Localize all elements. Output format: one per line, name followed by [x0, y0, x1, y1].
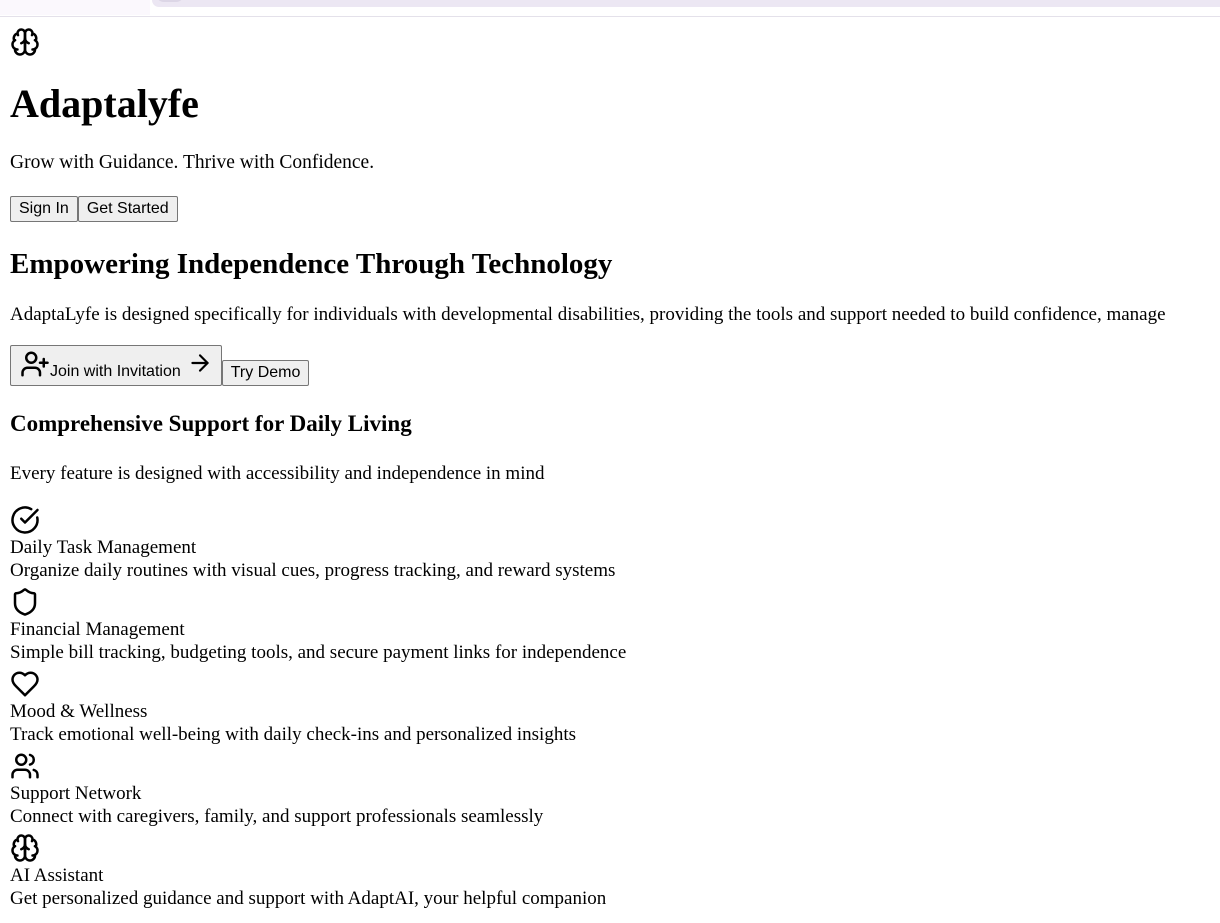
feature-description: Track emotional well-being with daily ch…: [10, 724, 577, 745]
browser-address-bar[interactable]: [152, 0, 1220, 7]
shield-icon: [10, 587, 40, 617]
feature-support-network: Support Network Connect with caregivers,…: [10, 751, 1220, 833]
feature-title: Daily Task Management: [10, 537, 197, 558]
feature-daily-task-management: Daily Task Management Organize daily rou…: [10, 505, 1220, 587]
users-icon: [10, 751, 40, 781]
sign-in-button[interactable]: Sign In: [10, 196, 78, 222]
feature-description: Simple bill tracking, budgeting tools, a…: [10, 642, 627, 663]
feature-description: Organize daily routines with visual cues…: [10, 560, 616, 581]
hero-actions: Join with Invitation Try Demo: [10, 345, 1220, 386]
app-tagline: Grow with Guidance. Thrive with Confiden…: [10, 152, 375, 173]
feature-list: Daily Task Management Organize daily rou…: [10, 505, 1220, 915]
feature-title: Financial Management: [10, 619, 185, 640]
landing-page: Adaptalyfe Grow with Guidance. Thrive wi…: [10, 17, 1220, 923]
arrow-right-icon: [187, 350, 213, 376]
feature-title: Mood & Wellness: [10, 701, 148, 722]
feature-ai-assistant: AI Assistant Get personalized guidance a…: [10, 833, 1220, 915]
features-section-subtitle: Every feature is designed with accessibi…: [10, 463, 545, 484]
feature-mood-wellness: Mood & Wellness Track emotional well-bei…: [10, 669, 1220, 751]
heart-icon: [10, 669, 40, 699]
header-actions: Sign In Get Started: [10, 196, 1220, 222]
join-with-invitation-button[interactable]: Join with Invitation: [10, 345, 222, 386]
feature-title: AI Assistant: [10, 865, 104, 886]
try-demo-button[interactable]: Try Demo: [221, 360, 310, 386]
check-circle-icon: [10, 505, 40, 535]
feature-description: Get personalized guidance and support wi…: [10, 888, 607, 909]
join-button-label: Join with Invitation: [50, 363, 181, 380]
hero-description: AdaptaLyfe is designed specifically for …: [10, 304, 1166, 325]
feature-financial-management: Financial Management Simple bill trackin…: [10, 587, 1220, 669]
features-section-title: Comprehensive Support for Daily Living: [10, 411, 412, 436]
browser-tab[interactable]: [0, 0, 150, 15]
hero-title: Empowering Independence Through Technolo…: [10, 248, 613, 280]
brain-icon: [10, 27, 40, 57]
app-title: Adaptalyfe: [10, 81, 199, 126]
brain-icon: [10, 833, 40, 863]
feature-title: Support Network: [10, 783, 142, 804]
browser-chrome: [0, 0, 1220, 17]
get-started-button[interactable]: Get Started: [77, 196, 178, 222]
feature-description: Connect with caregivers, family, and sup…: [10, 806, 544, 827]
user-plus-icon: [20, 349, 50, 379]
